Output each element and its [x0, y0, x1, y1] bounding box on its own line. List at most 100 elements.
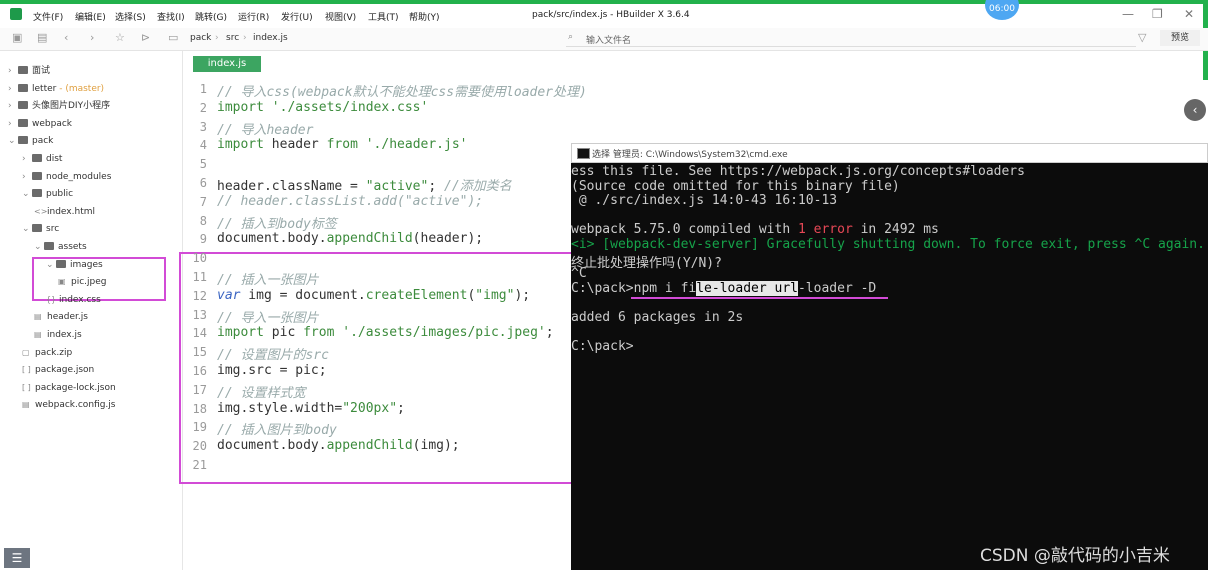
menu-item[interactable]: 文件(F) — [33, 10, 63, 23]
code-line[interactable]: import pic from './assets/images/pic.jpe… — [217, 325, 554, 340]
line-number: 6 — [199, 176, 207, 190]
tree-item[interactable]: › letter - (master) — [8, 82, 104, 96]
code-line[interactable]: import './assets/index.css' — [217, 100, 428, 115]
line-number: 9 — [199, 232, 207, 247]
save-icon[interactable]: ▤ — [37, 31, 47, 44]
breadcrumb-pack[interactable]: pack — [190, 33, 211, 43]
chevron-icon[interactable]: › — [8, 82, 18, 96]
code-line[interactable]: img.style.width="200px"; — [217, 401, 405, 416]
tree-item[interactable]: › node_modules — [22, 170, 111, 184]
app-logo-icon — [10, 8, 22, 20]
forward-icon[interactable]: › — [90, 31, 94, 44]
tree-item-label: package-lock.json — [35, 382, 116, 393]
menu-item[interactable]: 视图(V) — [325, 10, 356, 23]
tree-item-label: index.js — [47, 330, 82, 340]
code-line[interactable]: // 导入css(webpack默认不能处理css需要使用loader处理) — [217, 81, 587, 100]
menu-item[interactable]: 发行(U) — [281, 10, 313, 23]
file-icon: [ ] — [22, 365, 31, 375]
maximize-icon[interactable]: ❐ — [1152, 7, 1163, 21]
code-line[interactable]: // 插入到body标签 — [217, 213, 337, 232]
chevron-icon[interactable]: ⌄ — [22, 222, 32, 236]
file-icon: ▤ — [34, 312, 42, 322]
code-line[interactable]: document.body.appendChild(img); — [217, 438, 460, 453]
terminal-line: @ ./src/index.js 14:0-43 16:10-13 — [571, 193, 838, 209]
run-icon[interactable]: ⊳ — [141, 31, 150, 44]
menu-item[interactable]: 帮助(Y) — [409, 10, 440, 23]
terminal-line: C:\pack>npm i file-loader url-loader -D — [571, 280, 877, 296]
tree-item[interactable]: ⌄ src — [22, 222, 59, 236]
chevron-icon[interactable]: › — [8, 64, 18, 78]
tree-item[interactable]: ⌄ public — [22, 187, 73, 201]
filter-icon[interactable]: ▽ — [1138, 31, 1146, 44]
cmd-title: 选择 管理员: C:\Windows\System32\cmd.exe — [592, 150, 788, 160]
tree-item-label: webpack — [32, 118, 72, 129]
menu-item[interactable]: 查找(I) — [157, 10, 185, 23]
chevron-icon[interactable]: › — [8, 99, 18, 113]
tree-item[interactable]: ▣ pic.jpeg — [58, 275, 107, 289]
code-line[interactable]: img.src = pic; — [217, 363, 327, 378]
tree-item[interactable]: › dist — [22, 152, 62, 166]
star-icon[interactable]: ☆ — [115, 31, 125, 44]
breadcrumb-file[interactable]: index.js — [253, 33, 288, 43]
menu-item[interactable]: 工具(T) — [368, 10, 399, 23]
chevron-icon[interactable]: ⌄ — [34, 240, 44, 254]
code-line[interactable]: // 导入一张图片 — [217, 307, 318, 326]
tree-item[interactable]: ▤ webpack.config.js — [22, 398, 115, 412]
code-line[interactable]: var img = document.createElement("img"); — [217, 288, 530, 303]
menu-item[interactable]: 选择(S) — [115, 10, 146, 23]
watermark: CSDN @敲代码的小吉米 — [980, 546, 1170, 566]
chevron-icon[interactable]: ⌄ — [46, 258, 56, 272]
close-icon[interactable]: ✕ — [1184, 7, 1194, 21]
menu-item[interactable]: 运行(R) — [238, 10, 269, 23]
terminal-line: <i> [webpack-dev-server] Gracefully shut… — [571, 237, 1208, 252]
tree-item[interactable]: <>index.html — [34, 205, 95, 219]
code-line[interactable]: // 插入一张图片 — [217, 269, 318, 288]
tree-item[interactable]: [ ] package-lock.json — [22, 381, 116, 395]
tree-item[interactable]: › 面试 — [8, 64, 50, 78]
tree-item[interactable]: › webpack — [8, 117, 72, 131]
preview-button[interactable]: 预览 — [1160, 30, 1200, 46]
tree-item[interactable]: ▢ pack.zip — [22, 346, 72, 360]
tree-item[interactable]: ▤ header.js — [34, 310, 88, 324]
code-line[interactable]: // 导入header — [217, 119, 313, 138]
line-number: 2 — [199, 100, 207, 115]
breadcrumb-src[interactable]: src — [226, 33, 239, 43]
tree-item[interactable]: › 头像图片DIY小程序 — [8, 99, 110, 113]
tree-item[interactable]: ⌄ pack — [8, 134, 53, 148]
tab-index-js[interactable]: index.js — [193, 56, 261, 72]
tree-item[interactable]: ▤ index.js — [34, 328, 82, 342]
terminal-line: 终止批处理操作吗(Y/N)? — [571, 255, 722, 271]
line-number: 12 — [192, 288, 207, 303]
back-icon[interactable]: ‹ — [64, 31, 68, 44]
code-line[interactable]: // 设置图片的src — [217, 344, 329, 363]
menu-item[interactable]: 编辑(E) — [75, 10, 106, 23]
minimize-icon[interactable]: — — [1122, 7, 1134, 21]
folder-icon: ▭ — [168, 31, 179, 44]
chevron-icon[interactable]: ⌄ — [8, 134, 18, 148]
tree-item-label: webpack.config.js — [35, 400, 116, 411]
sidebar-menu-icon[interactable]: ☰ — [4, 548, 30, 568]
chevron-icon[interactable]: › — [22, 152, 32, 166]
new-file-icon[interactable]: ▣ — [12, 31, 22, 44]
tree-item[interactable]: {} index.css — [46, 293, 101, 307]
code-line[interactable]: import header from './header.js' — [217, 137, 467, 152]
code-line[interactable]: document.body.appendChild(header); — [217, 231, 483, 246]
collapse-panel-icon[interactable]: ‹ — [1184, 99, 1206, 121]
code-line[interactable]: // 设置样式宽 — [217, 382, 305, 401]
tree-item[interactable]: [ ] package.json — [22, 363, 94, 377]
chevron-icon[interactable]: › — [8, 117, 18, 131]
chevron-icon[interactable]: ⌄ — [22, 187, 32, 201]
tree-item[interactable]: ⌄ images — [46, 258, 103, 272]
code-line[interactable]: header.className = "active"; //添加类名 — [217, 175, 512, 194]
folder-icon — [18, 118, 28, 127]
chevron-icon[interactable]: › — [22, 170, 32, 184]
tree-item[interactable]: ⌄ assets — [34, 240, 87, 254]
line-number: 11 — [192, 270, 207, 284]
menu-item[interactable]: 跳转(G) — [195, 10, 227, 23]
code-line[interactable]: // header.classList.add("active"); — [217, 194, 483, 209]
code-line[interactable]: // 插入图片到body — [217, 419, 337, 438]
line-number: 5 — [199, 157, 207, 172]
file-icon: <> — [34, 206, 48, 216]
line-number: 19 — [192, 420, 207, 435]
file-search-field[interactable]: ⌕ 输入文件名 — [566, 30, 1136, 47]
